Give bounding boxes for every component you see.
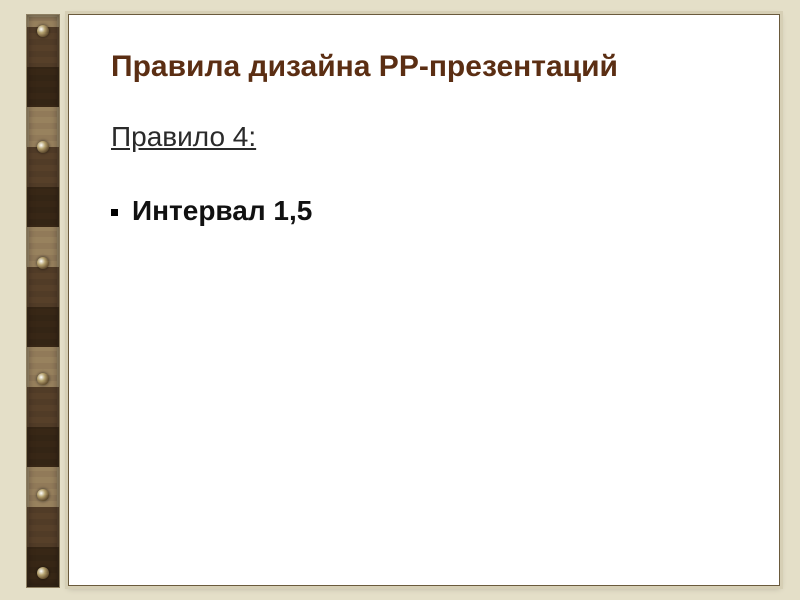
stud-icon (37, 257, 49, 269)
stud-icon (37, 489, 49, 501)
slide-background: Правила дизайна PP-презентаций Правило 4… (0, 0, 800, 600)
stud-icon (37, 141, 49, 153)
bullet-text: Интервал 1,5 (132, 195, 312, 227)
decorative-left-strip (26, 14, 60, 588)
stud-icon (37, 567, 49, 579)
slide-title: Правила дизайна PP-презентаций (111, 49, 737, 85)
slide-subtitle: Правило 4: (111, 121, 737, 153)
stud-icon (37, 25, 49, 37)
slide-body: Правила дизайна PP-презентаций Правило 4… (68, 14, 780, 586)
stud-icon (37, 373, 49, 385)
bullet-item: Интервал 1,5 (111, 195, 737, 227)
bullet-icon (111, 209, 118, 216)
